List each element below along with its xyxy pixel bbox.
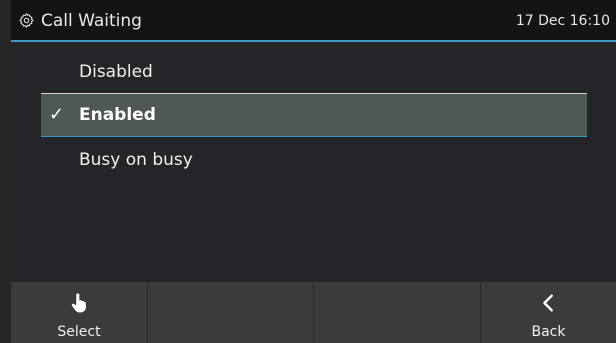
softkey-label: Back [531, 324, 566, 340]
date-time: 17 Dec 16:10 [515, 13, 610, 29]
softkey-label: Select [57, 324, 101, 340]
checkmark-icon: ✓ [49, 104, 65, 125]
softkey-3[interactable] [313, 282, 480, 343]
list-item-enabled[interactable]: ✓ Enabled [41, 93, 587, 137]
gear-icon [18, 12, 35, 29]
softkey-2[interactable] [147, 282, 313, 343]
list-item-label: Enabled [79, 105, 156, 125]
phone-screen: Call Waiting 17 Dec 16:10 Disabled ✓ Ena… [0, 0, 616, 343]
chevron-left-icon [538, 292, 560, 314]
list-item-busy-on-busy[interactable]: Busy on busy [41, 138, 587, 182]
list-item-label: Busy on busy [79, 150, 193, 170]
list-item-label: Disabled [79, 62, 153, 82]
page-title: Call Waiting [41, 11, 142, 31]
title-bar: Call Waiting 17 Dec 16:10 [11, 0, 616, 42]
select-softkey[interactable]: Select [11, 282, 147, 343]
option-list: Disabled ✓ Enabled Busy on busy [11, 42, 616, 282]
softkey-bar: Select Back [11, 282, 616, 343]
list-item-disabled[interactable]: Disabled [41, 50, 587, 94]
hand-pointer-icon [68, 292, 90, 314]
back-softkey[interactable]: Back [480, 282, 616, 343]
